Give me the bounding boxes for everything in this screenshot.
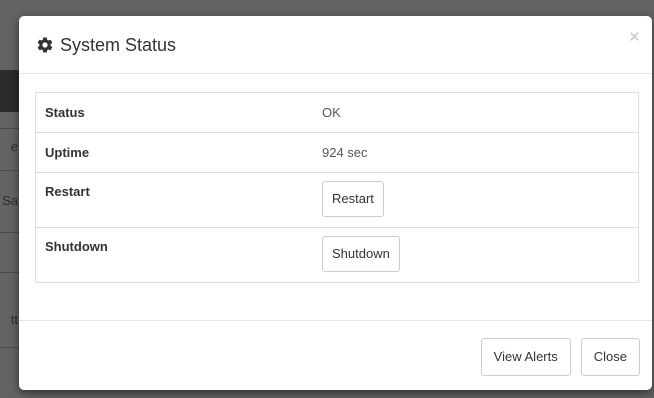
status-table: Status OK Uptime 924 sec Restart Restart…	[35, 92, 639, 283]
restart-button[interactable]: Restart	[322, 181, 384, 217]
background-text: e	[10, 139, 18, 154]
restart-cell: Restart	[313, 172, 639, 228]
background-divider	[0, 272, 20, 273]
background-divider	[0, 232, 20, 233]
uptime-value: 924 sec	[313, 132, 639, 173]
dialog-body: Status OK Uptime 924 sec Restart Restart…	[35, 92, 639, 283]
status-label: Status	[35, 92, 313, 133]
uptime-label: Uptime	[35, 132, 313, 173]
background-text: tt	[10, 312, 18, 327]
shutdown-cell: Shutdown	[313, 227, 639, 283]
dialog-title-group: System Status	[36, 35, 176, 55]
dialog-title: System Status	[60, 35, 177, 55]
view-alerts-button[interactable]: View Alerts	[480, 338, 571, 376]
system-status-dialog: System Status × Status OK Uptime 924 sec…	[19, 16, 652, 390]
table-row: Uptime 924 sec	[35, 132, 639, 173]
shutdown-label: Shutdown	[35, 227, 313, 283]
background-divider	[0, 347, 20, 348]
restart-label: Restart	[35, 172, 313, 228]
dialog-header: System Status ×	[19, 16, 652, 74]
background-navbar	[0, 70, 20, 112]
background-divider	[0, 128, 20, 129]
table-row: Shutdown Shutdown	[35, 227, 639, 283]
gear-icon	[36, 36, 54, 54]
background-text: Sa	[2, 193, 18, 208]
close-icon[interactable]: ×	[629, 28, 640, 48]
footer-button-group: View Alerts Close	[480, 338, 640, 376]
close-button[interactable]: Close	[580, 338, 640, 376]
table-row: Restart Restart	[35, 172, 639, 228]
shutdown-button[interactable]: Shutdown	[322, 236, 400, 272]
dialog-footer: View Alerts Close	[19, 320, 652, 391]
status-value: OK	[313, 92, 639, 133]
table-row: Status OK	[35, 92, 639, 133]
background-divider	[0, 170, 20, 171]
